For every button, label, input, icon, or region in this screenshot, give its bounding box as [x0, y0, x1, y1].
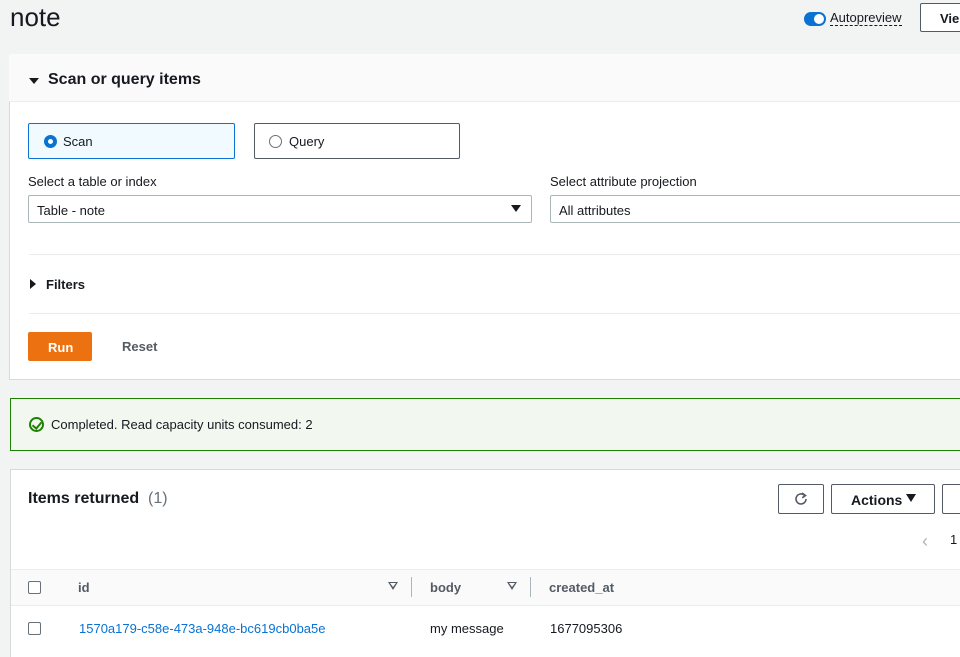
reset-button[interactable]: Reset — [122, 339, 157, 354]
column-header-id[interactable]: id — [78, 580, 90, 595]
caret-down-icon[interactable] — [29, 78, 39, 84]
column-resizer[interactable] — [411, 577, 412, 597]
more-button[interactable] — [942, 484, 960, 514]
refresh-icon — [795, 492, 807, 505]
page-number[interactable]: 1 — [950, 532, 957, 547]
query-option[interactable]: Query — [254, 123, 460, 159]
table-select[interactable]: Table - note — [28, 195, 532, 223]
item-id-link[interactable]: 1570a179-c58e-473a-948e-bc619cb0ba5e — [79, 621, 326, 636]
run-button[interactable]: Run — [28, 332, 92, 361]
query-radio[interactable] — [269, 135, 282, 148]
column-resizer[interactable] — [530, 577, 531, 597]
select-all-checkbox[interactable] — [28, 581, 41, 594]
item-body-cell: my message — [430, 621, 504, 636]
row-checkbox[interactable] — [28, 622, 41, 635]
table-header — [11, 569, 960, 606]
autopreview-toggle[interactable] — [804, 12, 826, 26]
filters-toggle[interactable]: Filters — [46, 277, 85, 292]
projection-select[interactable]: All attributes — [550, 195, 960, 223]
projection-select-label: Select attribute projection — [550, 174, 697, 189]
chevron-left-icon[interactable]: ‹ — [922, 531, 928, 552]
caret-down-icon[interactable] — [511, 205, 521, 212]
alert-message: Completed. Read capacity units consumed:… — [51, 417, 313, 432]
divider — [29, 254, 960, 255]
actions-button[interactable]: Actions — [831, 484, 935, 514]
sort-icon[interactable] — [388, 582, 398, 590]
column-header-created-at[interactable]: created_at — [549, 580, 614, 595]
caret-down-icon — [906, 494, 916, 502]
sort-icon[interactable] — [507, 582, 517, 590]
divider — [29, 313, 960, 314]
table-select-label: Select a table or index — [28, 174, 157, 189]
caret-right-icon[interactable] — [30, 279, 36, 289]
scan-query-title[interactable]: Scan or query items — [48, 71, 201, 89]
scan-option[interactable]: Scan — [28, 123, 235, 159]
scan-radio[interactable] — [44, 135, 57, 148]
column-header-body[interactable]: body — [430, 580, 461, 595]
page-title: note — [10, 2, 61, 32]
item-created-at-cell: 1677095306 — [550, 621, 623, 636]
items-title: Items returned — [28, 490, 140, 507]
autopreview-label[interactable]: Autopreview — [830, 10, 902, 26]
check-circle-icon — [29, 417, 44, 432]
items-count: (1) — [148, 490, 168, 507]
view-button[interactable]: Vie — [920, 3, 960, 32]
